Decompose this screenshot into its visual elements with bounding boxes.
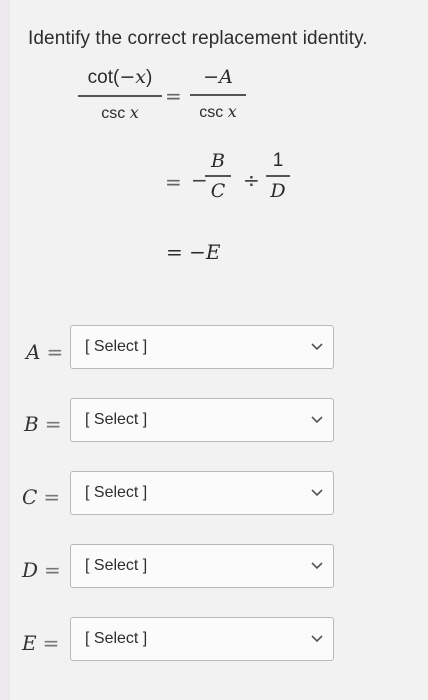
label-e: E = (22, 631, 60, 655)
equals-sign-2: = (165, 170, 182, 194)
chevron-down-icon (311, 343, 323, 351)
bc-fraction-bar (205, 175, 231, 177)
select-d-value: [ Select ] (85, 557, 148, 574)
label-a: A = (26, 340, 64, 364)
label-c: C = (22, 485, 61, 509)
numerator-one: 1 (272, 150, 284, 171)
select-b[interactable]: [ Select ] (70, 398, 334, 442)
chevron-down-icon (311, 489, 323, 497)
chevron-down-icon (311, 635, 323, 643)
lhs-denominator: csc x (101, 102, 139, 122)
equals-sign-1: = (165, 84, 182, 108)
chevron-down-icon (311, 416, 323, 424)
rhs1-fraction-bar (190, 94, 246, 96)
lhs-fraction: cot(−x) csc x (78, 66, 162, 123)
select-d[interactable]: [ Select ] (70, 544, 334, 588)
lhs-numerator: cot(−x) (87, 66, 153, 88)
var-b: B (211, 150, 225, 172)
b-over-c-fraction: B C (205, 150, 231, 202)
question-prompt: Identify the correct replacement identit… (28, 28, 368, 49)
select-e[interactable]: [ Select ] (70, 617, 334, 661)
label-d: D = (22, 558, 61, 582)
select-e-value: [ Select ] (85, 630, 148, 647)
chevron-down-icon (311, 562, 323, 570)
var-c: C (210, 179, 226, 202)
1d-fraction-bar (266, 175, 290, 177)
rhs1-fraction: −A csc x (190, 66, 246, 122)
label-b: B = (24, 412, 62, 436)
rhs1-numerator: −A (203, 66, 233, 88)
select-c-value: [ Select ] (85, 484, 148, 501)
divide-sign: ÷ (243, 168, 260, 192)
lhs-fraction-bar (78, 95, 162, 97)
select-c[interactable]: [ Select ] (70, 471, 334, 515)
final-step: = −E (166, 240, 221, 264)
rhs1-denominator: csc x (199, 101, 237, 121)
one-over-d-fraction: 1 D (266, 150, 290, 202)
select-a-value: [ Select ] (85, 338, 148, 355)
var-d: D (270, 179, 286, 202)
select-a[interactable]: [ Select ] (70, 325, 334, 369)
select-b-value: [ Select ] (85, 411, 148, 428)
